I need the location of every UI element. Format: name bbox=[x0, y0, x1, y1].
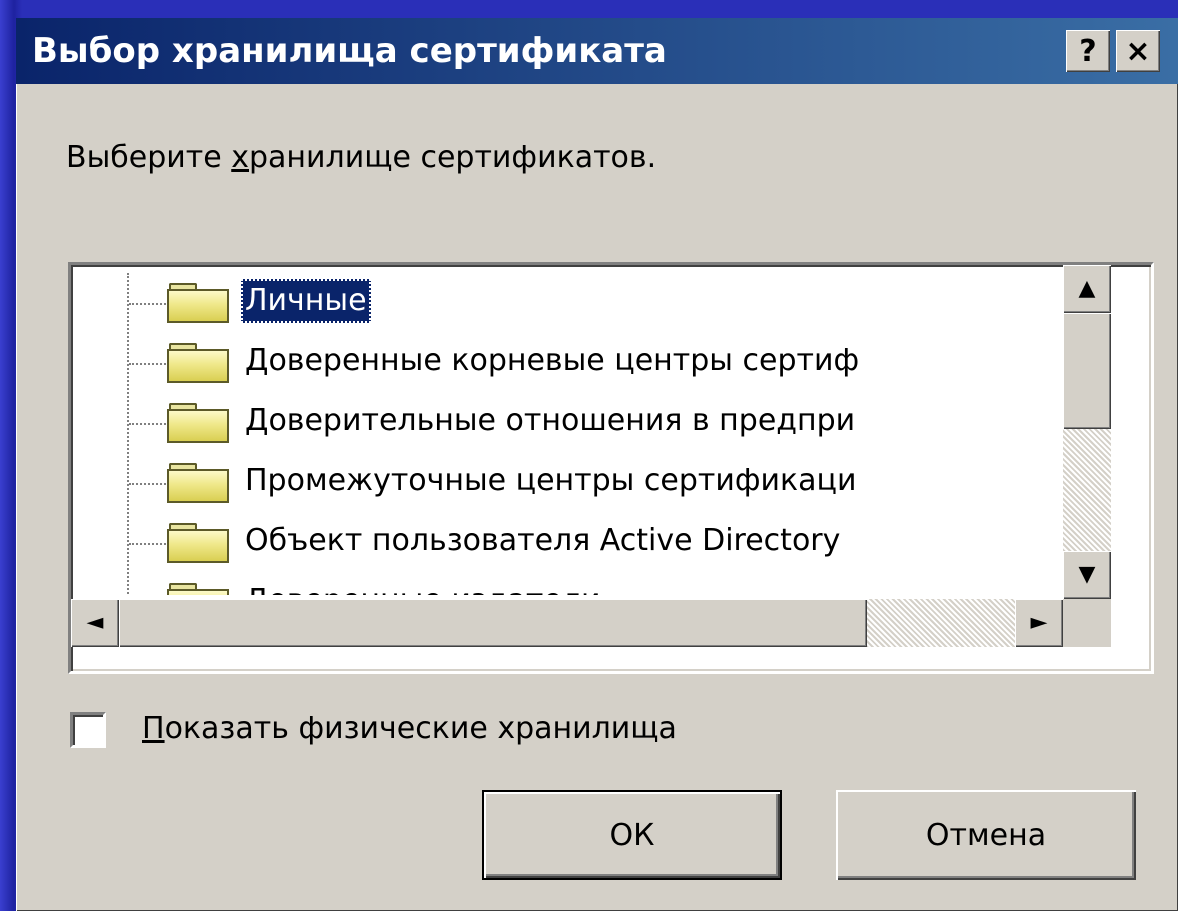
prompt-text-end: ранилище сертификатов. bbox=[249, 140, 657, 175]
tree-item[interactable]: Промежуточные центры сертификаци bbox=[71, 453, 1061, 513]
tree-item-label: Промежуточные центры сертификаци bbox=[245, 463, 857, 498]
tree-item-label: Доверенные издатели bbox=[241, 579, 605, 595]
tree-item[interactable]: Доверительные отношения в предпри bbox=[71, 393, 1061, 453]
certificate-store-dialog: Выбор хранилища сертификата ? × Выберите… bbox=[16, 18, 1178, 911]
cancel-button[interactable]: Отмена bbox=[836, 790, 1136, 880]
help-icon: ? bbox=[1079, 33, 1097, 69]
tree-item-label: Личные bbox=[241, 279, 371, 323]
arrow-down-icon: ▼ bbox=[1078, 562, 1096, 587]
vertical-scrollbar[interactable]: ▲ ▼ bbox=[1063, 265, 1111, 599]
tree-branch-line bbox=[129, 303, 169, 305]
folder-icon bbox=[167, 283, 229, 323]
folder-icon bbox=[167, 463, 229, 503]
tree-branch-line bbox=[129, 483, 169, 485]
tree-item[interactable]: Личные bbox=[71, 273, 1061, 333]
scroll-right-button[interactable]: ► bbox=[1015, 599, 1063, 647]
horizontal-scrollbar[interactable]: ◄ ► bbox=[71, 599, 1063, 647]
vertical-scroll-thumb[interactable] bbox=[1063, 313, 1111, 429]
show-physical-stores-checkbox[interactable] bbox=[70, 712, 106, 748]
folder-icon bbox=[167, 583, 229, 595]
scroll-up-button[interactable]: ▲ bbox=[1063, 265, 1111, 313]
scroll-down-button[interactable]: ▼ bbox=[1063, 551, 1111, 599]
tree-branch-line bbox=[129, 423, 169, 425]
folder-icon bbox=[167, 403, 229, 443]
checkbox-accelerator: П bbox=[142, 711, 165, 746]
prompt-accelerator: х bbox=[231, 140, 249, 175]
horizontal-scroll-thumb[interactable] bbox=[119, 599, 867, 647]
arrow-right-icon: ► bbox=[1030, 610, 1048, 635]
tree-branch-line bbox=[129, 543, 169, 545]
tree-item[interactable]: Объект пользователя Active Directory bbox=[71, 513, 1061, 573]
tree-item[interactable]: Доверенные издатели bbox=[71, 573, 1061, 595]
help-button[interactable]: ? bbox=[1066, 30, 1110, 72]
tree-items: Личные Доверенные корневые центры сертиф Д… bbox=[71, 265, 1061, 595]
arrow-left-icon: ◄ bbox=[86, 610, 104, 635]
tree-branch-line bbox=[129, 363, 169, 365]
tree-item-label: Доверенные корневые центры сертиф bbox=[245, 343, 860, 378]
title-bar: Выбор хранилища сертификата ? × bbox=[16, 18, 1178, 84]
tree-item-label: Объект пользователя Active Directory bbox=[245, 523, 841, 558]
store-prompt: Выберите хранилище сертификатов. bbox=[66, 140, 656, 175]
folder-icon bbox=[167, 343, 229, 383]
ok-button[interactable]: ОК bbox=[482, 790, 782, 880]
scroll-left-button[interactable]: ◄ bbox=[71, 599, 119, 647]
tree-item-label: Доверительные отношения в предпри bbox=[245, 403, 856, 438]
close-button[interactable]: × bbox=[1116, 30, 1160, 72]
tree-item[interactable]: Доверенные корневые центры сертиф bbox=[71, 333, 1061, 393]
store-tree-view[interactable]: Личные Доверенные корневые центры сертиф Д… bbox=[68, 262, 1154, 674]
window-title: Выбор хранилища сертификата bbox=[32, 31, 667, 71]
checkbox-label-rest: оказать физические хранилища bbox=[164, 711, 677, 746]
arrow-up-icon: ▲ bbox=[1078, 276, 1096, 301]
folder-icon bbox=[167, 523, 229, 563]
prompt-text-start: Выберите bbox=[66, 140, 232, 175]
show-physical-stores-label[interactable]: Показать физические хранилища bbox=[142, 704, 677, 754]
scrollbar-corner bbox=[1063, 599, 1111, 647]
close-icon: × bbox=[1125, 33, 1151, 69]
